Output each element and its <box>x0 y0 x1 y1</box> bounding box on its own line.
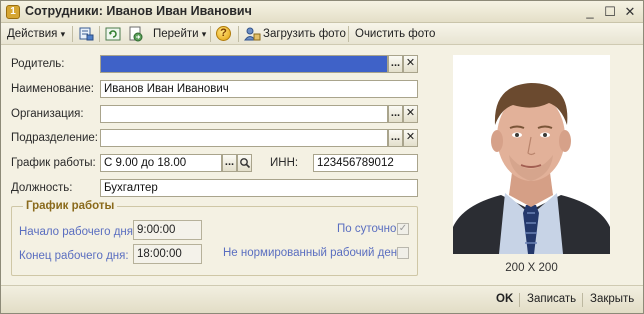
daily-checkbox[interactable]: ✓ <box>397 223 409 235</box>
ok-button[interactable]: OK <box>496 293 513 305</box>
employee-photo <box>453 55 610 254</box>
refresh-icon[interactable] <box>105 26 122 42</box>
irregular-label: Не нормированный рабочий день <box>223 247 404 259</box>
irregular-checkbox[interactable] <box>397 247 409 259</box>
clear-photo-button[interactable]: Очистить фото <box>355 26 435 42</box>
close-button[interactable]: Закрыть <box>590 293 634 305</box>
chevron-down-icon: ▾ <box>201 29 207 39</box>
bottom-divider <box>582 293 583 307</box>
department-field[interactable] <box>100 129 388 147</box>
actions-label: Действия <box>7 28 58 40</box>
schedule-field[interactable]: С 9.00 до 18.00 <box>100 154 222 172</box>
work-schedule-group <box>11 206 418 276</box>
department-select-button[interactable]: ... <box>388 129 403 147</box>
help-glyph: ? <box>216 26 231 41</box>
toolbar-divider <box>348 26 349 42</box>
title-bar: 1 Сотрудники: Иванов Иван Иванович _ ☐ ✕ <box>1 1 643 23</box>
employee-window: 1 Сотрудники: Иванов Иван Иванович _ ☐ ✕… <box>0 0 644 314</box>
schedule-search-button[interactable] <box>237 154 252 172</box>
daily-label: По суточно <box>337 223 397 235</box>
toolbar-divider <box>238 26 239 42</box>
start-time-label: Начало рабочего дня: <box>19 226 137 238</box>
parent-field[interactable] <box>100 55 388 73</box>
position-field[interactable]: Бухгалтер <box>100 179 418 197</box>
parent-label: Родитель: <box>11 58 65 70</box>
save-button[interactable]: Записать <box>527 293 576 305</box>
toolbar-divider <box>99 26 100 42</box>
close-window-button[interactable]: ✕ <box>621 3 639 21</box>
upload-photo-button[interactable]: Загрузить фото <box>263 26 346 42</box>
maximize-button[interactable]: ☐ <box>601 3 619 21</box>
navigate-label: Перейти <box>153 28 199 40</box>
schedule-label: График работы: <box>11 157 96 169</box>
inn-field[interactable]: 123456789012 <box>313 154 418 172</box>
structure-icon[interactable] <box>78 26 95 42</box>
help-icon[interactable]: ? <box>216 26 233 42</box>
toolbar-divider <box>210 26 211 42</box>
organization-field[interactable] <box>100 105 388 123</box>
photo-caption: 200 X 200 <box>505 262 558 274</box>
start-time-field[interactable]: 9:00:00 <box>133 220 202 240</box>
navigate-menu[interactable]: Перейти ▾ <box>153 26 206 42</box>
bottom-bar: OK Записать Закрыть <box>1 285 643 313</box>
work-schedule-title: График работы <box>23 200 118 212</box>
user-photo-icon <box>244 26 261 42</box>
department-label: Подразделение: <box>11 132 98 144</box>
actions-menu[interactable]: Действия ▾ <box>7 26 65 42</box>
name-field[interactable]: Иванов Иван Иванович <box>100 80 418 98</box>
end-time-field[interactable]: 18:00:00 <box>133 244 202 264</box>
position-label: Должность: <box>11 182 73 194</box>
inn-label: ИНН: <box>270 157 299 169</box>
parent-clear-button[interactable]: ✕ <box>403 55 418 73</box>
organization-clear-button[interactable]: ✕ <box>403 105 418 123</box>
department-clear-button[interactable]: ✕ <box>403 129 418 147</box>
bottom-divider <box>519 293 520 307</box>
toolbar: Действия ▾ Перейти ▾ ? Загрузить фото Оч… <box>1 23 643 45</box>
minimize-button[interactable]: _ <box>581 3 599 21</box>
parent-select-button[interactable]: ... <box>388 55 403 73</box>
organization-select-button[interactable]: ... <box>388 105 403 123</box>
schedule-select-button[interactable]: ... <box>222 154 237 172</box>
search-icon <box>239 158 250 169</box>
chevron-down-icon: ▾ <box>60 29 66 39</box>
window-title: Сотрудники: Иванов Иван Иванович <box>25 4 252 18</box>
name-label: Наименование: <box>11 83 94 95</box>
end-time-label: Конец рабочего дня: <box>19 250 129 262</box>
organization-label: Организация: <box>11 108 84 120</box>
document-copy-icon[interactable] <box>127 26 144 42</box>
toolbar-divider <box>72 26 73 42</box>
app-icon: 1 <box>6 5 20 19</box>
